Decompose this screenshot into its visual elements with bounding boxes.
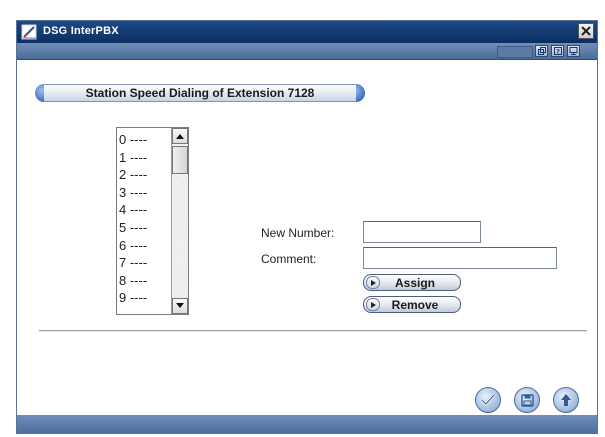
remove-button[interactable]: Remove — [363, 296, 461, 313]
new-number-label: New Number: — [261, 226, 335, 240]
remove-button-label: Remove — [391, 297, 439, 312]
list-item[interactable]: 9 ---- — [119, 289, 169, 307]
title-bar: DSG InterPBX — [17, 21, 597, 43]
play-arrow-icon — [366, 276, 380, 289]
monitor-button[interactable] — [567, 45, 580, 57]
save-button[interactable] — [514, 387, 540, 413]
arrow-up-small-icon — [176, 134, 184, 139]
arrow-down-small-icon — [176, 303, 184, 308]
list-item[interactable]: 7 ---- — [119, 254, 169, 272]
scroll-up-button[interactable] — [172, 128, 188, 144]
window-title: DSG InterPBX — [43, 25, 119, 37]
arrow-up-icon — [561, 394, 571, 406]
close-icon — [581, 26, 591, 36]
section-title: Station Speed Dialing of Extension 7128 — [85, 86, 315, 100]
assign-button-label: Assign — [394, 275, 435, 290]
restore-window-button[interactable] — [535, 45, 548, 57]
scrollbar-thumb[interactable] — [172, 146, 188, 174]
list-item[interactable]: 4 ---- — [119, 201, 169, 219]
app-window: DSG InterPBX ? Station Speed Dialing of … — [16, 20, 598, 434]
list-item[interactable]: 8 ---- — [119, 272, 169, 290]
list-item[interactable]: 3 ---- — [119, 184, 169, 202]
floppy-disk-icon — [520, 393, 534, 407]
speed-dial-listbox[interactable]: 0 ---- 1 ---- 2 ---- 3 ---- 4 ---- 5 ---… — [116, 127, 189, 315]
list-item[interactable]: 2 ---- — [119, 166, 169, 184]
section-header: Station Speed Dialing of Extension 7128 — [35, 84, 365, 102]
play-arrow-icon — [366, 298, 380, 311]
help-button[interactable]: ? — [551, 45, 564, 57]
new-number-input[interactable] — [363, 221, 481, 243]
monitor-icon — [569, 47, 578, 55]
scroll-down-button[interactable] — [172, 298, 188, 314]
toolbar: ? — [17, 43, 597, 60]
help-icon: ? — [553, 47, 562, 55]
divider — [39, 330, 587, 332]
up-button[interactable] — [553, 387, 579, 413]
assign-button[interactable]: Assign — [363, 274, 461, 291]
restore-window-icon — [537, 47, 546, 55]
list-item[interactable]: 6 ---- — [119, 237, 169, 255]
list-item[interactable]: 0 ---- — [119, 131, 169, 149]
comment-label: Comment: — [261, 252, 317, 266]
vertical-scrollbar[interactable] — [171, 128, 188, 314]
toolbar-separator — [497, 46, 533, 58]
ok-button[interactable] — [475, 387, 501, 413]
list-item[interactable]: 5 ---- — [119, 219, 169, 237]
status-bar — [17, 415, 597, 433]
list-item[interactable]: 1 ---- — [119, 149, 169, 167]
close-button[interactable] — [578, 23, 594, 39]
speed-dial-items: 0 ---- 1 ---- 2 ---- 3 ---- 4 ---- 5 ---… — [119, 131, 169, 307]
pen-logo-icon — [21, 24, 38, 40]
comment-input[interactable] — [363, 247, 557, 269]
section-title-bar: Station Speed Dialing of Extension 7128 — [44, 84, 356, 102]
svg-text:?: ? — [556, 48, 560, 55]
checkmark-icon — [481, 394, 495, 406]
